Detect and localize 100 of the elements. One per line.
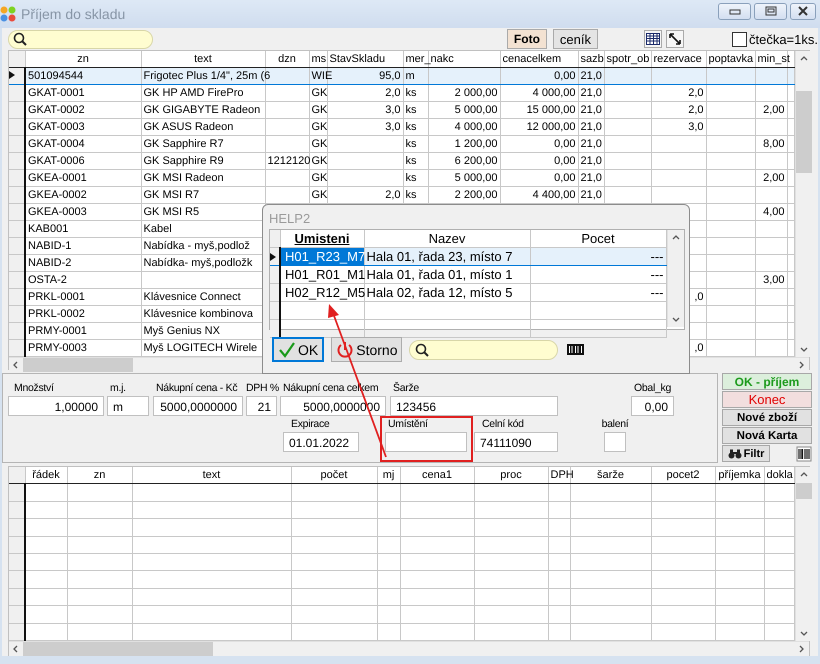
column-header[interactable]: text xyxy=(194,53,212,65)
table-cell: Hala 02, řada 12, místo 5 xyxy=(366,284,512,300)
ok-button[interactable]: OK xyxy=(272,337,324,362)
table-row[interactable]: GKAT-0002 GK GIGABYTE Radeon GK 3,0 ks 5 000,00 15 000,00 21,0 2,0 2,00 xyxy=(9,102,794,118)
table-cell: 21,0 xyxy=(580,104,602,116)
table-cell: 2,00 xyxy=(763,172,784,184)
scroll-thumb[interactable] xyxy=(23,358,133,372)
table-row[interactable]: GKAT-0003 GK ASUS Radeon GK 3,0 ks 4 000,00 12 000,00 21,0 3,0 xyxy=(9,118,794,136)
table-cell: 21,0 xyxy=(580,138,602,150)
table-cell: ks xyxy=(406,172,416,184)
table-cell: NABID-1 xyxy=(28,240,72,252)
column-header[interactable]: spotr_ob xyxy=(606,53,650,65)
column-header[interactable]: mer_nakc xyxy=(406,53,454,65)
table-cell: 0,00 xyxy=(554,138,576,150)
table-row[interactable]: GKAT-0001 GK HP AMD FirePro GK 2,0 ks 2 000,00 4 000,00 21,0 2,0 xyxy=(9,84,794,102)
input-field[interactable] xyxy=(385,432,467,452)
input-field[interactable] xyxy=(604,432,626,452)
table-cell: PRMY-0003 xyxy=(28,342,87,354)
search-field[interactable] xyxy=(409,340,558,360)
input-field[interactable]: 21 xyxy=(246,396,277,416)
field-label: Obal_kg xyxy=(633,382,672,396)
column-header[interactable]: dokla xyxy=(766,469,793,482)
column-header[interactable]: rezervace xyxy=(654,53,702,65)
column-header[interactable]: řádek xyxy=(32,469,60,482)
close-button[interactable] xyxy=(790,2,816,20)
column-header[interactable]: příjemka xyxy=(718,469,761,482)
column-header[interactable]: ms xyxy=(312,53,326,65)
maximize-button[interactable] xyxy=(754,2,787,20)
toolbar-button[interactable]: ceník xyxy=(552,29,598,49)
barcode-icon[interactable] xyxy=(796,446,812,462)
horizontal-scrollbar[interactable] xyxy=(9,641,809,656)
photo-toggle[interactable]: Foto xyxy=(506,29,547,49)
scroll-thumb[interactable] xyxy=(796,91,812,173)
input-field[interactable]: 74111090 xyxy=(474,432,558,452)
grid-view-button[interactable] xyxy=(644,30,662,48)
action-button[interactable]: Nové zboží xyxy=(722,409,812,426)
column-header[interactable]: pocet2 xyxy=(666,469,700,482)
column-header[interactable]: cena1 xyxy=(422,469,452,482)
table-row[interactable]: GKEA-0001 GK MSI Radeon GK ks 5 000,00 0,00 21,0 2,00 xyxy=(9,170,794,186)
minimize-button[interactable] xyxy=(718,2,751,20)
list-row[interactable]: H01_R01_M1Hala 01, řada 01, místo 1 --- xyxy=(270,266,666,284)
table-cell: GKAT-0002 xyxy=(28,104,85,116)
input-field[interactable]: m xyxy=(107,396,149,416)
table-cell: 3,0 xyxy=(385,121,400,133)
column-header[interactable]: text xyxy=(202,469,220,482)
column-header[interactable]: sazb xyxy=(580,53,604,65)
scroll-thumb[interactable] xyxy=(23,642,213,656)
column-header[interactable]: počet xyxy=(320,469,348,482)
minimize-icon xyxy=(728,7,740,15)
table-cell: 5 000,00 xyxy=(454,104,498,116)
table-cell: ks xyxy=(406,155,416,167)
table-cell: 8,00 xyxy=(763,138,784,150)
column-header[interactable]: DPH xyxy=(550,469,574,482)
vertical-scrollbar[interactable] xyxy=(794,467,812,641)
table-cell: Myš Genius NX xyxy=(144,325,220,337)
column-header[interactable]: StavSkladu xyxy=(330,53,386,65)
column-header[interactable]: zn xyxy=(94,469,106,482)
scroll-thumb[interactable] xyxy=(796,483,812,499)
search-field[interactable] xyxy=(8,30,153,48)
vertical-scrollbar[interactable] xyxy=(794,51,812,357)
table-cell: 4,00 xyxy=(763,206,784,218)
list-row[interactable]: H02_R12_M5Hala 02, řada 12, místo 5 --- xyxy=(270,284,666,302)
table-cell: ks xyxy=(406,138,416,150)
column-header[interactable]: poptavka xyxy=(708,53,754,65)
expand-button[interactable] xyxy=(666,30,684,48)
table-cell: GK GIGABYTE Radeon xyxy=(144,104,260,116)
table-cell: 21,0 xyxy=(580,155,602,167)
filter-button[interactable]: Filtr xyxy=(722,445,770,462)
table-cell: 1212120 xyxy=(268,155,310,167)
input-field[interactable]: 0,00 xyxy=(631,396,674,416)
cancel-button[interactable]: Storno xyxy=(331,337,402,362)
column-header[interactable]: šarže xyxy=(597,469,624,482)
input-field[interactable]: 01.01.2022 xyxy=(283,432,359,452)
table-cell: 21,0 xyxy=(580,70,602,82)
input-field[interactable]: 1,00000 xyxy=(8,396,104,416)
table-cell: 6 200,00 xyxy=(454,155,498,167)
column-header[interactable]: min_st xyxy=(758,53,790,65)
input-field[interactable]: 5000,0000000 xyxy=(153,396,243,416)
table-row[interactable]: 501094544 Frigotec Plus 1/4", 25m (6 WIE 95,0 m 0,00 21,0 xyxy=(9,68,794,84)
column-header[interactable]: dzn xyxy=(278,53,296,65)
binoculars-icon xyxy=(728,448,742,458)
exit-button[interactable]: Konec xyxy=(722,391,812,408)
column-header[interactable]: cenacelkem xyxy=(502,53,562,65)
column-header[interactable]: mj xyxy=(382,469,394,482)
barcode-icon[interactable] xyxy=(567,344,584,355)
power-icon xyxy=(336,340,354,358)
table-cell: H01_R01_M1 xyxy=(285,266,366,282)
table-row[interactable]: GKAT-0004 GK Sapphire R7 GK ks 1 200,00 0,00 21,0 8,00 xyxy=(9,136,794,152)
input-field[interactable]: 123456 xyxy=(390,396,558,416)
column-header[interactable]: proc xyxy=(500,469,522,482)
table-cell: 15 000,00 xyxy=(526,104,576,116)
table-cell: --- xyxy=(650,248,664,264)
field-label: Množství xyxy=(13,382,55,396)
table-cell: 2,0 xyxy=(688,104,704,116)
table-cell: NABID-2 xyxy=(28,257,72,269)
vertical-scrollbar[interactable] xyxy=(666,230,684,327)
action-button[interactable]: Nová Karta xyxy=(722,427,812,444)
checkbox[interactable] xyxy=(732,32,747,46)
column-header[interactable]: zn xyxy=(77,53,89,65)
table-row[interactable]: GKAT-0006 GK Sapphire R9 1212120GK ks 6 200,00 0,00 21,0 xyxy=(9,152,794,170)
